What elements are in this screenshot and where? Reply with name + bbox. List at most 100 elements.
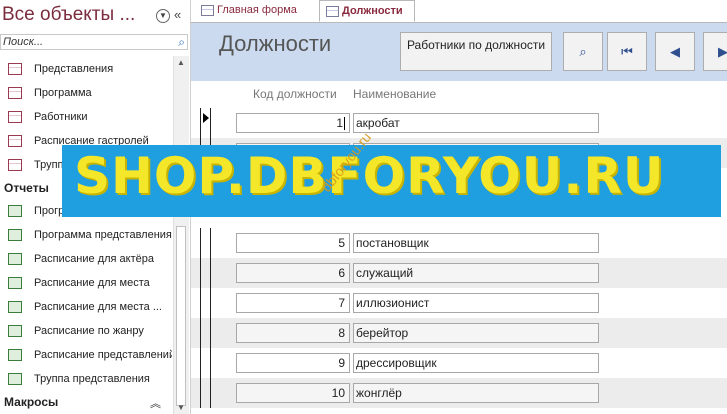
nav-item-label: Работники bbox=[34, 111, 88, 123]
nav-item-label: Расписание для места bbox=[34, 277, 150, 289]
nav-item-presentations[interactable]: Представления bbox=[0, 58, 172, 82]
form-header: Должности Работники по должности ⌕ ⏮ ◀ ▶ bbox=[191, 23, 727, 81]
tab-main-form[interactable]: Главная форма bbox=[195, 0, 317, 21]
nav-item-label: Расписание для актёра bbox=[34, 253, 154, 265]
table-row[interactable]: 6 служащий bbox=[191, 258, 727, 288]
nav-item-report[interactable]: Расписание представлений bbox=[0, 344, 172, 368]
table-icon bbox=[8, 135, 22, 147]
chevron-up-icon[interactable]: ︽ bbox=[150, 395, 161, 411]
positions-form: Должности Работники по должности ⌕ ⏮ ◀ ▶… bbox=[191, 23, 727, 414]
nav-item-report[interactable]: Труппа представления bbox=[0, 368, 172, 392]
nav-item-label: Расписание для места ... bbox=[34, 301, 162, 313]
nav-item-label: Программа представления bbox=[34, 229, 172, 241]
nav-header: Все объекты ... ▼ « bbox=[0, 0, 190, 34]
table-icon bbox=[8, 87, 22, 99]
form-title: Должности bbox=[219, 31, 332, 56]
document-tabs: Главная форма Должности bbox=[191, 0, 727, 23]
code-field[interactable]: 1 bbox=[236, 113, 350, 133]
nav-title[interactable]: Все объекты ... bbox=[2, 4, 135, 26]
nav-item-workers[interactable]: Работники bbox=[0, 106, 172, 130]
code-field[interactable]: 6 bbox=[236, 263, 350, 283]
report-icon bbox=[8, 229, 22, 241]
table-row[interactable]: 7 иллюзионист bbox=[191, 288, 727, 318]
nav-group-label: Макросы bbox=[4, 395, 59, 409]
code-field[interactable]: 9 bbox=[236, 353, 350, 373]
nav-item-report[interactable]: Программа представления bbox=[0, 224, 172, 248]
nav-item-label: Представления bbox=[34, 63, 114, 75]
nav-item-label: Программа bbox=[34, 87, 92, 99]
scroll-up-icon[interactable]: ▲ bbox=[177, 58, 185, 67]
record-selector[interactable] bbox=[200, 228, 211, 258]
next-record-button[interactable]: ▶ bbox=[703, 32, 727, 71]
table-row[interactable]: 5 постановщик bbox=[191, 228, 727, 258]
nav-group-label: Отчеты bbox=[4, 181, 49, 195]
record-selector[interactable] bbox=[200, 258, 211, 288]
column-header-name: Наименование bbox=[353, 87, 437, 101]
previous-icon: ◀ bbox=[670, 44, 680, 59]
tab-label: Должности bbox=[342, 5, 403, 17]
nav-item-report[interactable]: Расписание для актёра bbox=[0, 248, 172, 272]
nav-item-program[interactable]: Программа bbox=[0, 82, 172, 106]
name-field[interactable]: дрессировщик bbox=[353, 353, 599, 373]
previous-record-button[interactable]: ◀ bbox=[655, 32, 695, 71]
scrollbar-thumb[interactable] bbox=[176, 226, 186, 406]
table-row[interactable]: 10 жонглёр bbox=[191, 378, 727, 408]
text-caret bbox=[344, 117, 345, 131]
nav-item-report[interactable]: Расписание для места ... bbox=[0, 296, 172, 320]
name-field[interactable]: иллюзионист bbox=[353, 293, 599, 313]
workers-by-position-button[interactable]: Работники по должности bbox=[400, 32, 552, 71]
collapse-icon[interactable]: « bbox=[174, 7, 181, 22]
report-icon bbox=[8, 301, 22, 313]
table-icon bbox=[8, 63, 22, 75]
table-icon bbox=[8, 159, 22, 171]
nav-group-macros[interactable]: Макросы ︽ bbox=[0, 392, 172, 414]
record-selector[interactable] bbox=[200, 378, 211, 408]
tab-label: Главная форма bbox=[217, 4, 297, 16]
nav-item-label: Труппа представления bbox=[34, 373, 150, 385]
first-record-button[interactable]: ⏮ bbox=[607, 32, 647, 71]
column-header-code: Код должности bbox=[253, 87, 337, 101]
nav-item-label: Расписание по жанру bbox=[34, 325, 144, 337]
chevron-down-icon[interactable]: ▼ bbox=[156, 9, 170, 23]
search-input[interactable]: Поиск... ⌕ bbox=[0, 34, 188, 50]
report-icon bbox=[8, 373, 22, 385]
code-field[interactable]: 5 bbox=[236, 233, 350, 253]
search-placeholder: Поиск... bbox=[3, 36, 44, 48]
search-icon[interactable]: ⌕ bbox=[178, 35, 185, 50]
name-field[interactable]: акробат bbox=[353, 113, 599, 133]
nav-item-report[interactable]: Расписание по жанру bbox=[0, 320, 172, 344]
next-icon: ▶ bbox=[718, 44, 727, 59]
table-row[interactable]: 1 акробат bbox=[191, 108, 727, 138]
record-selector[interactable] bbox=[200, 348, 211, 378]
code-value: 1 bbox=[336, 116, 343, 130]
name-field[interactable]: берейтор bbox=[353, 323, 599, 343]
form-icon bbox=[201, 5, 214, 16]
report-icon bbox=[8, 325, 22, 337]
record-selector[interactable] bbox=[200, 288, 211, 318]
report-icon bbox=[8, 277, 22, 289]
report-icon bbox=[8, 205, 22, 217]
record-selector[interactable] bbox=[200, 318, 211, 348]
watermark-banner: SHOP.DBFORYOU.RU bbox=[62, 145, 721, 217]
tab-positions[interactable]: Должности bbox=[319, 0, 415, 22]
record-selector[interactable] bbox=[200, 108, 211, 138]
search-icon: ⌕ bbox=[579, 44, 587, 59]
code-field[interactable]: 7 bbox=[236, 293, 350, 313]
table-row[interactable]: 9 дрессировщик bbox=[191, 348, 727, 378]
code-field[interactable]: 8 bbox=[236, 323, 350, 343]
nav-item-report[interactable]: Расписание для места bbox=[0, 272, 172, 296]
watermark-text: SHOP.DBFORYOU.RU bbox=[74, 147, 665, 205]
report-icon bbox=[8, 349, 22, 361]
name-field[interactable]: служащий bbox=[353, 263, 599, 283]
nav-scrollbar[interactable]: ▲ ▼ bbox=[173, 56, 189, 414]
form-icon bbox=[326, 6, 339, 17]
search-button[interactable]: ⌕ bbox=[563, 32, 603, 71]
name-field[interactable]: жонглёр bbox=[353, 383, 599, 403]
scroll-down-icon[interactable]: ▼ bbox=[177, 403, 185, 412]
nav-item-label: Расписание представлений bbox=[34, 349, 172, 361]
table-icon bbox=[8, 111, 22, 123]
code-field[interactable]: 10 bbox=[236, 383, 350, 403]
name-field[interactable]: постановщик bbox=[353, 233, 599, 253]
nav-list: Представления Программа Работники Распис… bbox=[0, 58, 172, 414]
table-row[interactable]: 8 берейтор bbox=[191, 318, 727, 348]
